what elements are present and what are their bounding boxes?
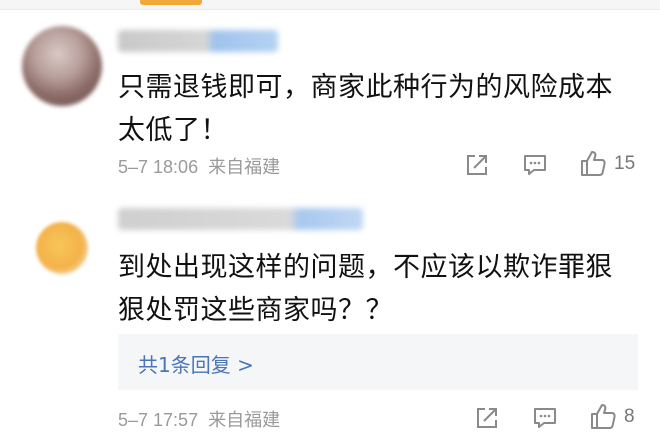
comment-text: 到处出现这样的问题，不应该以欺诈罪狠狠处罚这些商家吗？？: [118, 252, 613, 326]
comment-meta: 5–7 17:57 来自福建: [118, 410, 281, 430]
like-count: 15: [614, 153, 636, 174]
tab-indicator: [140, 0, 202, 5]
comment-icon[interactable]: [532, 405, 558, 435]
username-blurred[interactable]: [118, 30, 278, 52]
divider: [0, 9, 660, 10]
comment-text: 只需退钱即可，商家此种行为的风险成本太低了！: [118, 72, 613, 146]
like-count: 8: [624, 406, 635, 427]
username-blurred[interactable]: [118, 208, 363, 230]
top-strip: [0, 0, 660, 10]
comment-meta: 5–7 18:06 来自福建: [118, 157, 281, 177]
thumbs-up-icon[interactable]: [578, 148, 608, 182]
replies-box[interactable]: 共1条回复 >: [118, 334, 638, 390]
avatar[interactable]: [22, 26, 102, 106]
share-icon[interactable]: [464, 152, 490, 182]
avatar[interactable]: [36, 222, 88, 274]
thumbs-up-icon[interactable]: [588, 401, 618, 435]
view-replies-link[interactable]: 共1条回复 >: [138, 349, 254, 378]
share-icon[interactable]: [474, 405, 500, 435]
comment-icon[interactable]: [522, 152, 548, 182]
